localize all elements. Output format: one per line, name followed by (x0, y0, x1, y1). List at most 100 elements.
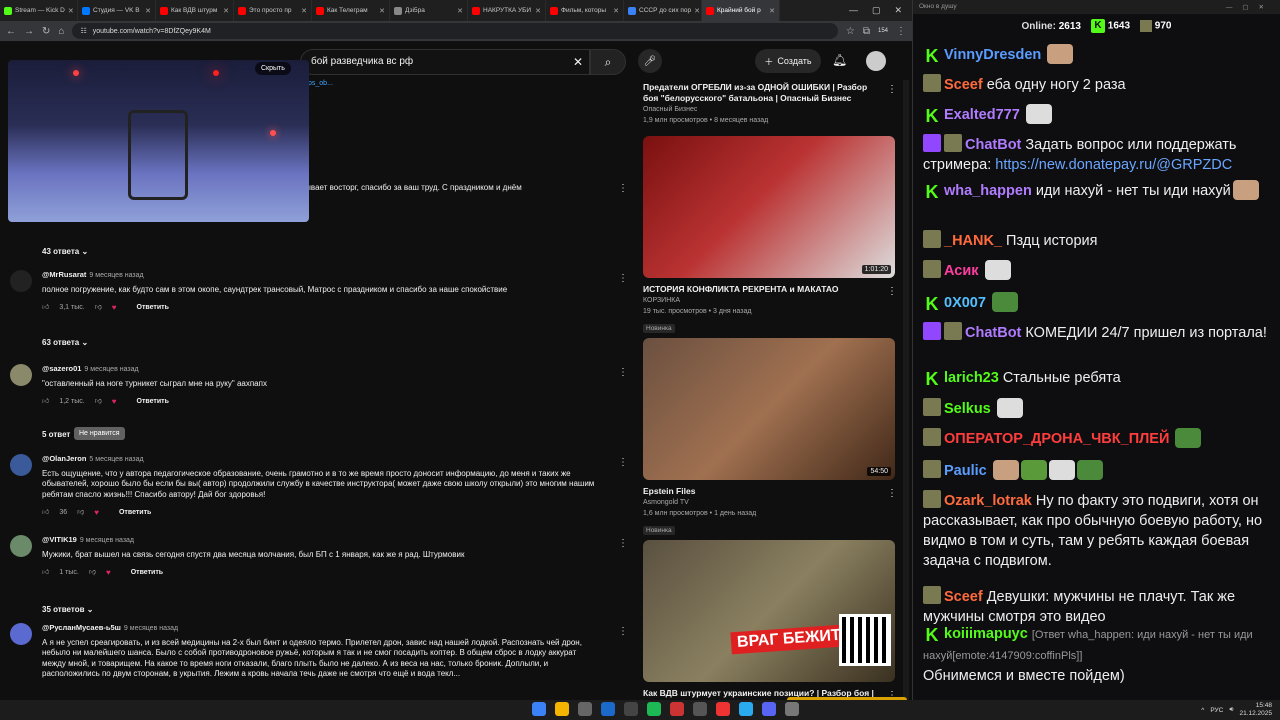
channel-name[interactable]: КОРЗИНКА (643, 295, 883, 306)
dislike-icon[interactable]: 👎︎ (95, 303, 102, 314)
replies-toggle[interactable]: 35 ответов ⌄ (42, 605, 93, 614)
comment-time[interactable]: 9 месяцев назад (124, 625, 178, 632)
browser-tab[interactable]: НАКРУТКА УБИ ✕ (468, 0, 546, 21)
telegram-icon[interactable] (739, 702, 753, 716)
chat-username[interactable]: Асик (944, 263, 979, 279)
chat-username[interactable]: Exalted777 (944, 107, 1020, 123)
comment-menu-icon[interactable]: ⋮ (618, 367, 628, 379)
search-input[interactable]: бой разведчика вс рф ✕ (300, 49, 590, 75)
menu-icon[interactable]: ⋮ (896, 26, 906, 37)
forward-icon[interactable]: → (24, 26, 34, 37)
bell-icon[interactable]: 🔔︎ (832, 53, 847, 67)
home-icon[interactable]: ⌂ (58, 26, 64, 37)
video-menu-icon[interactable]: ⋮ (887, 488, 897, 499)
chat-username[interactable]: larich23 (944, 370, 999, 386)
chat-username[interactable]: Selkus (944, 401, 991, 417)
url-field[interactable]: ☷ youtube.com/watch?v=8DfZQey9K4M (72, 23, 838, 39)
window-controls[interactable]: —▢✕ (1226, 3, 1274, 11)
video-title[interactable]: Epstein Files (643, 486, 883, 497)
tab-close-icon[interactable]: ✕ (379, 7, 385, 15)
browser-tab[interactable]: Это просто пр ✕ (234, 0, 312, 21)
dislike-icon[interactable]: 👎︎ (89, 568, 96, 579)
account-avatar[interactable] (866, 51, 886, 71)
app-icon[interactable] (785, 702, 799, 716)
dislike-icon[interactable]: 👎︎ (95, 397, 102, 408)
tab-close-icon[interactable]: ✕ (68, 7, 74, 15)
replies-toggle[interactable]: 43 ответа ⌄ (42, 247, 88, 256)
comment-author[interactable]: @sazero01 (42, 364, 81, 373)
volume-icon[interactable]: 🔊︎ (1229, 706, 1233, 714)
chat-username[interactable]: Sceef (944, 77, 983, 93)
comment-menu-icon[interactable]: ⋮ (618, 457, 628, 469)
close-icon[interactable]: ✕ (894, 5, 902, 16)
chat-username[interactable]: _HANK_ (944, 233, 1002, 249)
comment-menu-icon[interactable]: ⋮ (618, 183, 628, 195)
video-menu-icon[interactable]: ⋮ (887, 84, 897, 95)
avatar[interactable] (10, 364, 32, 386)
video-thumbnail[interactable]: 54:50 (643, 338, 895, 480)
minimize-icon[interactable]: — (849, 5, 858, 16)
browser-tab[interactable]: Студия — VK В ✕ (78, 0, 156, 21)
browser-tab[interactable]: Фильм, которы ✕ (546, 0, 624, 21)
video-thumbnail[interactable]: 1:01:20 (643, 136, 895, 278)
miniplayer-hide-button[interactable]: Скрыть (255, 62, 291, 75)
avatar[interactable] (10, 270, 32, 292)
clock[interactable]: 15:48 21.12.2025 (1239, 702, 1272, 718)
discord-icon[interactable] (762, 702, 776, 716)
maximize-icon[interactable]: ▢ (872, 5, 881, 16)
like-icon[interactable]: 👍︎ (42, 508, 49, 519)
create-button[interactable]: ＋ Создать (755, 49, 821, 73)
chat-username[interactable]: ОПЕРАТОР_ДРОНА_ЧВК_ПЛЕЙ (944, 431, 1169, 447)
video-title[interactable]: ИСТОРИЯ КОНФЛИКТА РЕКРЕНТА и МАКАТАО (643, 284, 883, 295)
voice-search-button[interactable]: 🎤︎ (638, 49, 662, 73)
chat-username[interactable]: ChatBot (965, 325, 1021, 341)
replies-toggle[interactable]: 63 ответа ⌄ (42, 338, 88, 347)
donate-link[interactable]: https://new.donatepay.ru/@GRPZDC (995, 157, 1232, 173)
reply-button[interactable]: Ответить (131, 568, 163, 579)
reply-button[interactable]: Ответить (137, 303, 169, 314)
search-button[interactable]: ⌕ (590, 49, 626, 75)
tray-chevron-icon[interactable]: ^ (1201, 707, 1204, 714)
dislike-icon[interactable]: 👎︎ (77, 508, 84, 519)
description-link[interactable]: ps_ob... (308, 80, 333, 87)
video-title[interactable]: Предатели ОГРЕБЛИ из-за ОДНОЙ ОШИБКИ | Р… (643, 82, 883, 104)
browser-tab[interactable]: Дзi5ра ✕ (390, 0, 468, 21)
channel-name[interactable]: Опасный Бизнес (643, 104, 883, 115)
tab-close-icon[interactable]: ✕ (223, 7, 229, 15)
comment-time[interactable]: 9 месяцев назад (84, 366, 138, 373)
reply-button[interactable]: Ответить (119, 508, 151, 519)
chat-username[interactable]: wha_happen (944, 183, 1032, 199)
chat-username[interactable]: 0X007 (944, 295, 986, 311)
chat-username[interactable]: Paulic (944, 463, 987, 479)
comment-time[interactable]: 5 месяцев назад (89, 456, 143, 463)
chat-username[interactable]: VinnyDresden (944, 47, 1041, 63)
chat-username[interactable]: ChatBot (965, 137, 1021, 153)
browser-tab[interactable]: Как ВДВ штурм ✕ (156, 0, 234, 21)
app-icon[interactable] (670, 702, 684, 716)
miniplayer[interactable]: Скрыть (8, 60, 309, 222)
search-taskbar-icon[interactable] (578, 702, 592, 716)
comment-menu-icon[interactable]: ⋮ (618, 273, 628, 285)
chat-username[interactable]: Ozark_lotrak (944, 493, 1032, 509)
avatar[interactable] (10, 535, 32, 557)
chat-username[interactable]: koiiimapuyc (944, 626, 1028, 642)
spotify-icon[interactable] (647, 702, 661, 716)
comment-menu-icon[interactable]: ⋮ (618, 626, 628, 638)
language-indicator[interactable]: РУС (1210, 707, 1223, 714)
avatar[interactable] (10, 454, 32, 476)
comment-menu-icon[interactable]: ⋮ (618, 538, 628, 550)
site-info-icon[interactable]: ☷ (80, 27, 86, 35)
channel-name[interactable]: Asmongold TV (643, 497, 883, 508)
star-icon[interactable]: ☆ (846, 26, 855, 37)
browser-tab[interactable]: Stream — Kick D ✕ (0, 0, 78, 21)
back-icon[interactable]: ← (6, 26, 16, 37)
video-thumbnail[interactable]: ВРАГ БЕЖИТ? (643, 540, 895, 682)
video-menu-icon[interactable]: ⋮ (887, 286, 897, 297)
chrome-icon[interactable] (555, 702, 569, 716)
comment-author[interactable]: @РусланМусаев-ь5ш (42, 623, 121, 632)
like-icon[interactable]: 👍︎ (42, 303, 49, 314)
tab-close-icon[interactable]: ✕ (457, 7, 463, 15)
chat-username[interactable]: Sceef (944, 589, 983, 605)
browser-tab[interactable]: СССР до сих пор ✕ (624, 0, 702, 21)
reload-icon[interactable]: ↻ (42, 26, 50, 37)
